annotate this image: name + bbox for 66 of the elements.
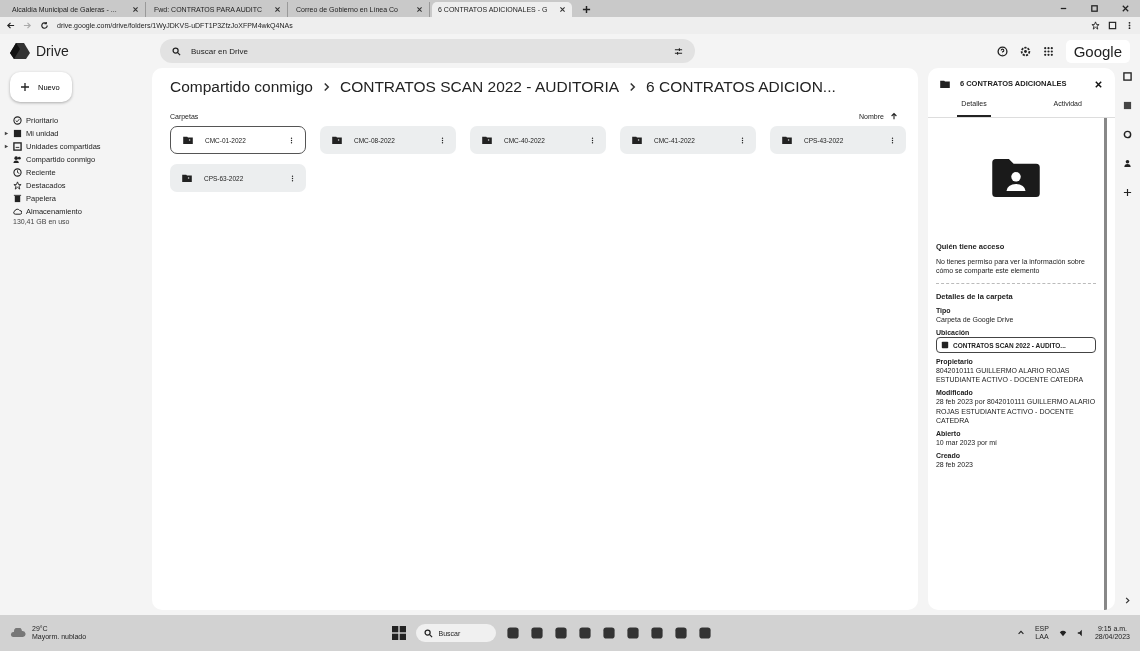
plus-icon	[20, 82, 30, 92]
taskbar-app-icon[interactable]	[529, 626, 544, 640]
reload-icon[interactable]	[40, 21, 49, 30]
more-vertical-icon[interactable]	[590, 135, 594, 145]
close-icon[interactable]	[274, 6, 281, 13]
apps-grid-icon[interactable]	[1042, 45, 1054, 57]
taskbar-app-icon[interactable]	[553, 626, 568, 640]
close-icon[interactable]	[1094, 80, 1104, 89]
wifi-icon[interactable]	[1058, 629, 1067, 637]
star-icon[interactable]	[1091, 21, 1100, 30]
breadcrumb[interactable]: CONTRATOS SCAN 2022 - AUDITORIA	[339, 78, 620, 96]
filter-sliders-icon[interactable]	[674, 46, 683, 56]
breadcrumb[interactable]: 6 CONTRATOS ADICION...	[646, 78, 836, 96]
help-icon[interactable]	[996, 45, 1008, 57]
person-icon[interactable]	[1123, 159, 1133, 168]
app-name: Drive	[36, 43, 69, 59]
account-button[interactable]: Google	[1065, 39, 1130, 63]
cloud-icon	[13, 207, 22, 216]
chevron-icon[interactable]	[1123, 596, 1133, 605]
sidebar-icon[interactable]	[1108, 21, 1117, 30]
search-field[interactable]: Buscar en Drive	[189, 45, 666, 57]
chevron-up-icon[interactable]	[1016, 629, 1025, 637]
chevron-icon	[322, 81, 330, 93]
back-arrow-icon[interactable]	[6, 21, 15, 30]
search-field[interactable]: Buscar en Drive	[160, 39, 695, 63]
search-icon	[172, 46, 181, 56]
shared-folder-icon	[631, 136, 642, 144]
close-icon[interactable]	[132, 6, 139, 13]
trash-icon	[13, 194, 22, 203]
close-icon[interactable]	[416, 6, 423, 13]
new-tab-icon[interactable]	[582, 5, 591, 14]
shared-folder-icon	[182, 136, 193, 144]
taskbar-app-icon[interactable]	[673, 626, 688, 640]
people-icon	[13, 155, 22, 164]
taskbar-app-icon[interactable]	[601, 626, 616, 640]
shared-folder-icon	[481, 136, 492, 144]
more-vertical-icon[interactable]	[289, 135, 293, 145]
star-icon	[13, 181, 22, 190]
taskbar-app-icon[interactable]	[577, 626, 592, 640]
restore-icon[interactable]	[1090, 4, 1099, 13]
shared-folder-icon	[331, 136, 342, 144]
check-icon	[13, 116, 22, 125]
close-icon[interactable]	[1121, 4, 1130, 13]
speaker-icon[interactable]	[1076, 629, 1085, 637]
more-vertical-icon[interactable]	[740, 135, 744, 145]
add-icon[interactable]	[1123, 188, 1133, 197]
close-icon[interactable]	[559, 6, 566, 13]
shared-folder-icon	[181, 174, 192, 182]
clock-icon	[13, 168, 22, 177]
more-vertical-icon[interactable]	[440, 135, 444, 145]
cloud-icon	[10, 628, 26, 638]
taskbar-app-icon[interactable]	[649, 626, 664, 640]
shared-folder-icon	[781, 136, 792, 144]
taskbar-app-icon[interactable]	[697, 626, 712, 640]
chevron-icon	[629, 81, 637, 93]
more-vertical-icon[interactable]	[290, 173, 294, 183]
up-arrow-icon	[889, 112, 898, 120]
shared-folder-icon	[939, 80, 950, 88]
taskbar-app-icon[interactable]	[625, 626, 640, 640]
start-icon[interactable]	[391, 626, 406, 640]
breadcrumb[interactable]: Compartido conmigo	[169, 78, 313, 96]
search-icon	[423, 628, 433, 638]
taskbar-app-icon[interactable]	[505, 626, 520, 640]
more-vertical-icon[interactable]	[890, 135, 894, 145]
settings-icon[interactable]	[1019, 45, 1031, 57]
shared-folder-icon	[992, 159, 1041, 197]
